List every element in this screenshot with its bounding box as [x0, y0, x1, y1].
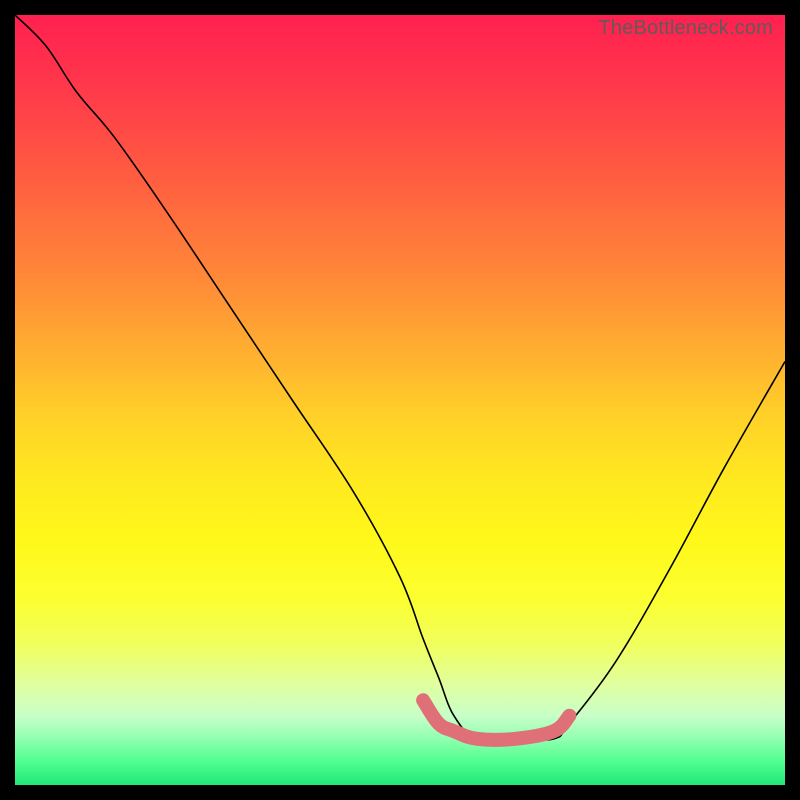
optimal-band-marker	[423, 700, 569, 740]
chart-plot-area: TheBottleneck.com	[15, 15, 785, 785]
bottleneck-curve	[15, 15, 785, 741]
chart-svg	[15, 15, 785, 785]
